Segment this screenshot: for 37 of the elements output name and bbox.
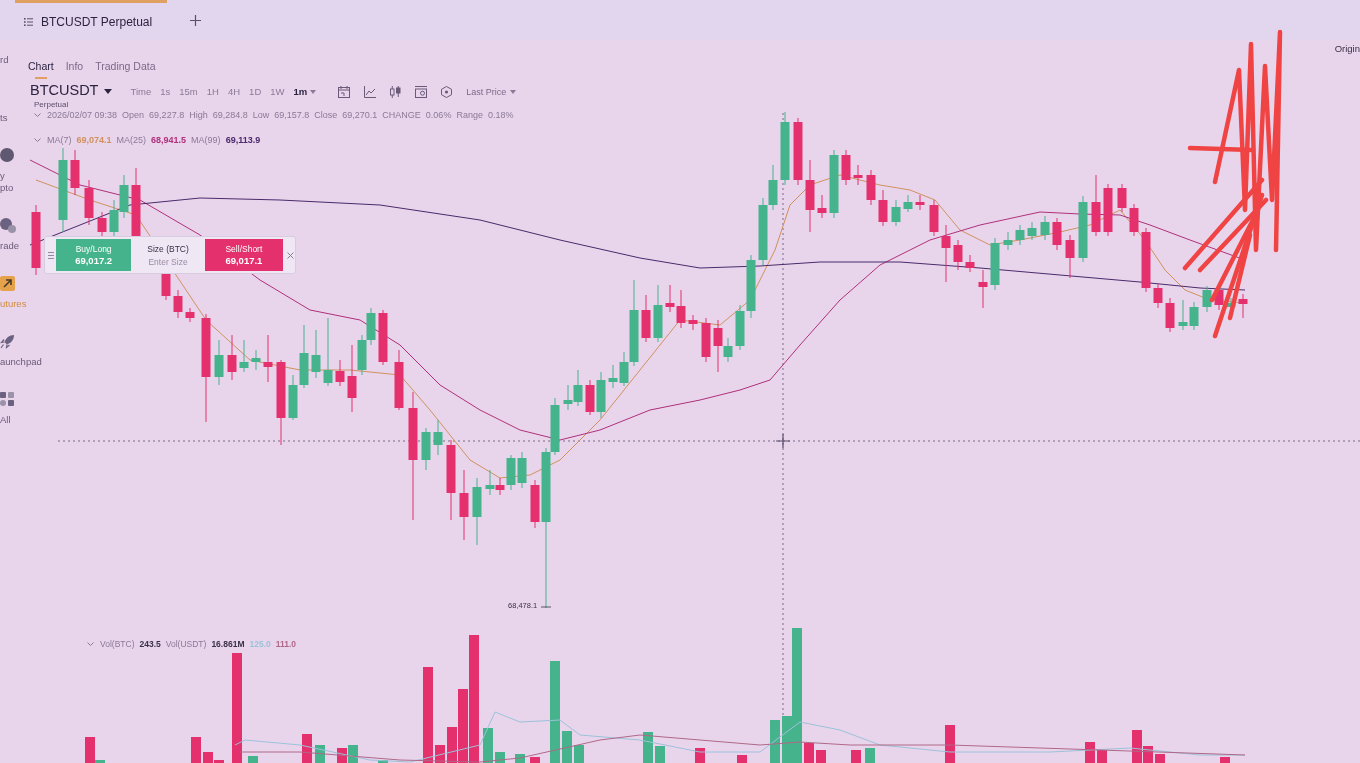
sidebar-item[interactable]: All bbox=[0, 414, 11, 426]
calendar-icon[interactable] bbox=[338, 86, 351, 98]
new-tab-button[interactable] bbox=[189, 13, 202, 27]
rocket-icon[interactable] bbox=[0, 333, 15, 349]
hexagon-icon[interactable] bbox=[441, 86, 453, 98]
interval-option[interactable]: 1W bbox=[270, 86, 285, 98]
grid-icon[interactable] bbox=[0, 392, 14, 406]
interval-option[interactable]: Time bbox=[130, 86, 152, 98]
arrow-tile-icon[interactable] bbox=[0, 275, 15, 291]
view-tab[interactable]: Chart bbox=[28, 60, 54, 80]
corner-label: Origin bbox=[1334, 43, 1360, 56]
view-tab[interactable]: Info bbox=[65, 60, 84, 80]
caret-icon bbox=[510, 90, 517, 94]
interval-option[interactable]: 15m bbox=[179, 86, 198, 98]
interval-option[interactable]: 1D bbox=[249, 86, 262, 98]
sidebar-item[interactable]: rade bbox=[0, 240, 19, 252]
line-chart-icon[interactable] bbox=[364, 86, 377, 98]
sidebar-item[interactable]: ts bbox=[0, 112, 8, 124]
panel-icon[interactable] bbox=[415, 86, 428, 98]
sidebar-item[interactable]: y pto bbox=[0, 170, 14, 194]
plus-icon bbox=[190, 14, 201, 26]
interval-option[interactable]: 1m bbox=[293, 86, 317, 98]
candles-icon[interactable] bbox=[390, 86, 402, 98]
interval-option[interactable]: 1H bbox=[206, 86, 219, 98]
sidebar-item[interactable]: utures bbox=[0, 298, 27, 310]
sidebar-item[interactable]: rd bbox=[0, 54, 9, 66]
symbol-selector[interactable]: BTCUSDT bbox=[30, 81, 113, 99]
list-icon bbox=[24, 17, 33, 26]
contract-label: Perpetual bbox=[33, 99, 70, 111]
circle-icon[interactable] bbox=[0, 148, 14, 162]
interval-option[interactable]: 1s bbox=[160, 86, 171, 98]
circles-icon[interactable] bbox=[0, 217, 16, 233]
view-tab[interactable]: Trading Data bbox=[95, 60, 156, 80]
price-type-dropdown[interactable]: Last Price bbox=[466, 86, 517, 98]
caret-icon bbox=[104, 89, 113, 94]
interval-option[interactable]: 4H bbox=[227, 86, 241, 98]
document-tab[interactable]: BTCUSDT Perpetual bbox=[15, 0, 167, 40]
